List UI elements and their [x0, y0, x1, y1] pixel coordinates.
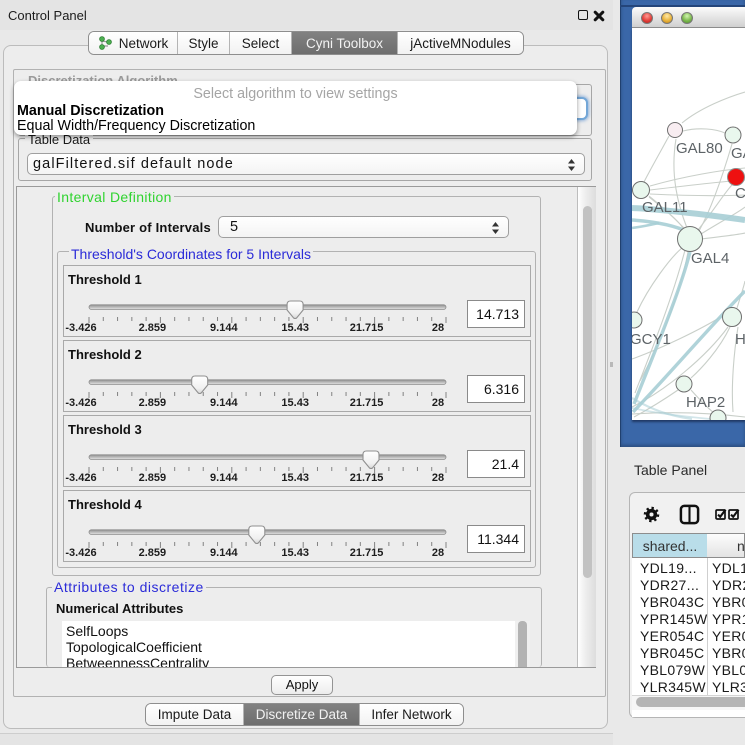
svg-text:-3.426: -3.426	[65, 397, 96, 409]
svg-text:-3.426: -3.426	[65, 547, 96, 559]
svg-text:15.43: 15.43	[281, 397, 309, 409]
svg-text:2.859: 2.859	[139, 472, 167, 484]
svg-text:-3.426: -3.426	[65, 322, 96, 334]
svg-text:28: 28	[432, 547, 444, 559]
svg-text:21.715: 21.715	[350, 397, 384, 409]
svg-text:HAP2: HAP2	[686, 394, 725, 411]
svg-text:-3.426: -3.426	[65, 472, 96, 484]
svg-text:28: 28	[432, 322, 444, 334]
svg-text:28: 28	[432, 472, 444, 484]
svg-text:H: H	[735, 331, 745, 348]
svg-text:2.859: 2.859	[139, 547, 167, 559]
svg-text:21.715: 21.715	[350, 547, 384, 559]
svg-text:9.144: 9.144	[210, 397, 238, 409]
svg-text:9.144: 9.144	[210, 322, 238, 334]
svg-text:9.144: 9.144	[210, 547, 238, 559]
svg-text:28: 28	[432, 397, 444, 409]
svg-text:GAL80: GAL80	[676, 140, 723, 157]
svg-text:GAL4: GAL4	[691, 250, 729, 267]
svg-text:21.715: 21.715	[350, 472, 384, 484]
svg-text:GA: GA	[731, 145, 745, 162]
svg-text:15.43: 15.43	[281, 547, 309, 559]
svg-text:15.43: 15.43	[281, 472, 309, 484]
svg-text:GAL11: GAL11	[642, 199, 688, 216]
svg-text:C: C	[735, 185, 745, 202]
svg-text:2.859: 2.859	[139, 322, 167, 334]
svg-text:GCY1: GCY1	[632, 331, 671, 348]
svg-text:15.43: 15.43	[281, 322, 309, 334]
svg-text:9.144: 9.144	[210, 472, 238, 484]
svg-text:21.715: 21.715	[350, 322, 384, 334]
svg-text:2.859: 2.859	[139, 397, 167, 409]
